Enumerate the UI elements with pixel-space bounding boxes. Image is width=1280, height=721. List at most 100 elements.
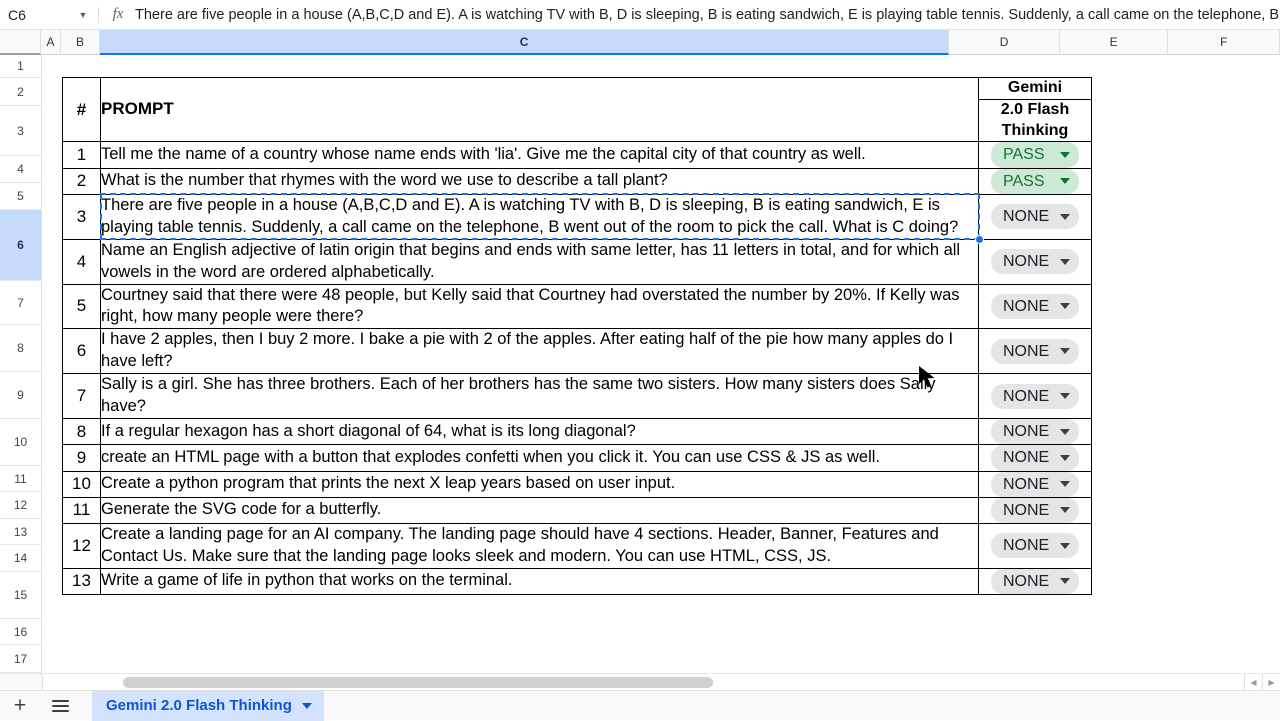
column-header-d[interactable]: D [949,30,1060,55]
table-row[interactable]: 6I have 2 apples, then I buy 2 more. I b… [62,328,1092,375]
status-badge[interactable]: NONE [991,204,1079,230]
chevron-down-icon[interactable] [1060,151,1070,158]
row-header-16[interactable]: 16 [0,619,41,645]
row-header-6[interactable]: 6 [0,210,41,281]
cell-prompt-text[interactable]: Write a game of life in python that work… [100,567,979,595]
all-sheets-button[interactable] [40,691,80,721]
formula-input[interactable]: There are five people in a house (A,B,C,… [129,7,1280,23]
table-row[interactable]: 3 There are five people in a house (A,B,C… [62,193,1092,240]
table-row[interactable]: 4 Name an English adjective of latin orig… [62,238,1092,285]
status-badge[interactable]: NONE [991,568,1079,594]
row-header-8[interactable]: 8 [0,325,41,372]
row-header-1[interactable]: 1 [0,55,41,78]
cell-prompt-text[interactable]: Create a python program that prints the … [100,470,979,498]
chevron-down-icon[interactable] [1060,258,1070,265]
cell-status[interactable]: NONE [978,522,1092,569]
row-header-11[interactable]: 11 [0,466,41,492]
cell-status[interactable]: NONE [978,238,1092,285]
row-header-12[interactable]: 12 [0,492,41,519]
status-badge[interactable]: NONE [991,497,1079,523]
cell-prompt-text[interactable]: Create a landing page for an AI company.… [100,522,979,569]
row-header-9[interactable]: 9 [0,372,41,419]
column-header-f[interactable]: F [1168,30,1280,55]
status-badge[interactable]: NONE [991,383,1079,409]
status-badge[interactable]: NONE [991,248,1079,275]
scrollbar-thumb[interactable] [123,676,713,688]
chevron-down-icon[interactable] [1060,481,1070,488]
selection-fill-handle[interactable] [974,235,984,245]
cell-status[interactable]: NONE [978,193,1092,240]
sheet-cells-area[interactable]: # PROMPT Gemini 2.0 Flash Thinking 1 Tell me … [42,55,1280,673]
name-box-chevron-down-icon[interactable]: ▼ [72,0,94,30]
row-header-14[interactable]: 14 [0,545,41,572]
status-badge[interactable]: PASS [991,142,1079,168]
status-badge[interactable]: NONE [991,471,1079,497]
select-all-corner[interactable] [0,30,41,55]
status-badge[interactable]: NONE [991,338,1079,364]
sheet-tab-chevron-down-icon[interactable] [301,702,312,709]
status-badge[interactable]: NONE [991,293,1079,320]
chevron-down-icon[interactable] [1060,507,1070,514]
cell-prompt-text[interactable]: create an HTML page with a button that e… [100,444,979,472]
sheet-tab-gemini-2-0-flash-thinking[interactable]: Gemini 2.0 Flash Thinking [92,690,324,721]
scrollbar-track[interactable] [42,673,1244,691]
cell-status[interactable]: NONE [978,283,1092,330]
scroll-left-icon[interactable]: ◀ [1244,673,1262,691]
cell-status[interactable]: NONE [978,373,1092,420]
row-header-2[interactable]: 2 [0,78,41,106]
table-row[interactable]: 10 Create a python program that prints th… [62,470,1092,498]
cell-prompt-text[interactable]: Tell me the name of a country whose name… [100,141,979,169]
chevron-down-icon[interactable] [1060,454,1070,461]
table-row[interactable]: 2 What is the number that rhymes with the… [62,167,1092,195]
chevron-down-icon[interactable] [1060,178,1070,185]
table-row[interactable]: 5 Courtney said that there were 48 people… [62,283,1092,330]
status-badge[interactable]: NONE [991,533,1079,559]
cell-status[interactable]: NONE [978,470,1092,498]
table-row[interactable]: 13 Write a game of life in python that wo… [62,567,1092,595]
column-header-c[interactable]: C [99,30,950,55]
cell-prompt-text[interactable]: What is the number that rhymes with the … [100,167,979,195]
chevron-down-icon[interactable] [1060,348,1070,355]
cell-status[interactable]: PASS [978,167,1092,195]
row-header-17[interactable]: 17 [0,645,41,673]
chevron-down-icon[interactable] [1060,303,1070,310]
cell-status[interactable]: NONE [978,496,1092,524]
column-header-b[interactable]: B [61,30,100,55]
column-header-e[interactable]: E [1059,30,1169,55]
table-row[interactable]: 9 create an HTML page with a button that … [62,444,1092,472]
scroll-right-icon[interactable]: ▶ [1262,673,1280,691]
table-row[interactable]: 1 Tell me the name of a country whose nam… [62,141,1092,169]
table-row[interactable]: 7 Sally is a girl. She has three brothers… [62,373,1092,420]
status-badge[interactable]: NONE [991,445,1079,471]
cell-prompt-text[interactable]: Courtney said that there were 48 people,… [100,283,979,330]
cell-status[interactable]: NONE [978,444,1092,472]
row-header-3[interactable]: 3 [0,106,41,156]
chevron-down-icon[interactable] [1060,213,1070,220]
status-badge[interactable]: NONE [991,419,1079,445]
cell-status[interactable]: NONE [978,418,1092,446]
row-header-13[interactable]: 13 [0,519,41,545]
row-header-5[interactable]: 5 [0,183,41,210]
cell-prompt-text[interactable]: Name an English adjective of latin origi… [100,238,979,285]
chevron-down-icon[interactable] [1060,393,1070,400]
cell-prompt-text[interactable]: I have 2 apples, then I buy 2 more. I ba… [100,328,979,375]
row-header-10[interactable]: 10 [0,419,41,466]
cell-prompt-text[interactable]: Generate the SVG code for a butterfly. [100,496,979,524]
status-badge[interactable]: PASS [991,168,1079,194]
table-row[interactable]: 12 Create a landing page for an AI compan… [62,522,1092,569]
chevron-down-icon[interactable] [1060,578,1070,585]
column-header-a[interactable]: A [40,30,62,55]
cell-status[interactable]: PASS [978,141,1092,169]
cell-status[interactable]: NONE [978,567,1092,595]
horizontal-scrollbar[interactable]: ◀ ▶ [0,673,1280,691]
cell-prompt-text[interactable]: Sally is a girl. She has three brothers.… [100,373,979,420]
cell-status[interactable]: NONE [978,328,1092,375]
table-row[interactable]: 11 Generate the SVG code for a butterfly.… [62,496,1092,524]
row-header-15[interactable]: 15 [0,572,41,619]
table-row[interactable]: 8 If a regular hexagon has a short diagon… [62,418,1092,446]
add-sheet-button[interactable]: + [0,691,40,721]
chevron-down-icon[interactable] [1060,542,1070,549]
cell-prompt-text[interactable]: There are five people in a house (A,B,C,… [100,193,979,240]
chevron-down-icon[interactable] [1060,428,1070,435]
name-box[interactable]: C6 [0,0,72,30]
